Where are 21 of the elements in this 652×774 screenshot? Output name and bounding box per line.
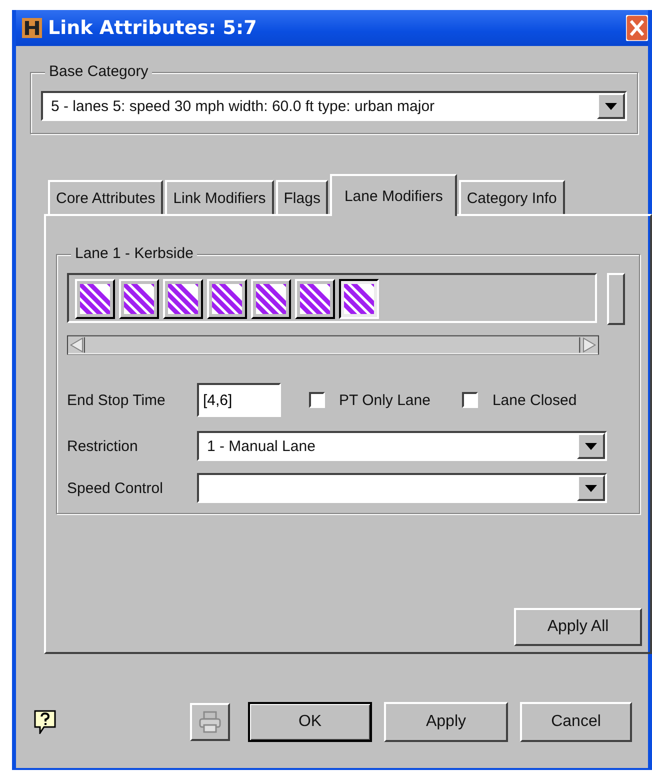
window-title: Link Attributes: 5:7 <box>48 17 258 39</box>
tab[interactable]: Flags <box>276 180 328 214</box>
field-label: End Stop Time <box>67 392 166 408</box>
tab[interactable]: Lane Modifiers <box>330 174 457 216</box>
base-category-dropdown[interactable]: 5 - lanes 5: speed 30 mph width: 60.0 ft type: urban major <box>41 91 627 121</box>
tab[interactable]: Link Modifiers <box>165 180 274 214</box>
dialog-button[interactable]: Apply <box>384 702 508 742</box>
checkbox-label: Lane Closed <box>492 392 577 408</box>
group-label: Base Category <box>45 63 152 80</box>
checkbox-label: PT Only Lane <box>339 392 430 408</box>
combo-value: 5 - lanes 5: speed 30 mph width: 60.0 ft type: urban major <box>50 96 436 116</box>
dialog-button[interactable]: OK <box>248 702 372 742</box>
field-label: Restriction <box>67 438 139 454</box>
field-label: Speed Control <box>67 480 164 496</box>
end-stop-time-field[interactable]: [4,6] <box>197 383 281 417</box>
dialog-button[interactable]: Cancel <box>520 702 632 742</box>
tab[interactable]: Core Attributes <box>48 180 164 214</box>
apply-all-button[interactable]: Apply All <box>514 608 642 646</box>
restriction-dropdown[interactable]: 1 - Manual Lane <box>197 431 607 461</box>
combo-value: 1 - Manual Lane <box>206 436 316 456</box>
tab[interactable]: Category Info <box>458 180 565 214</box>
